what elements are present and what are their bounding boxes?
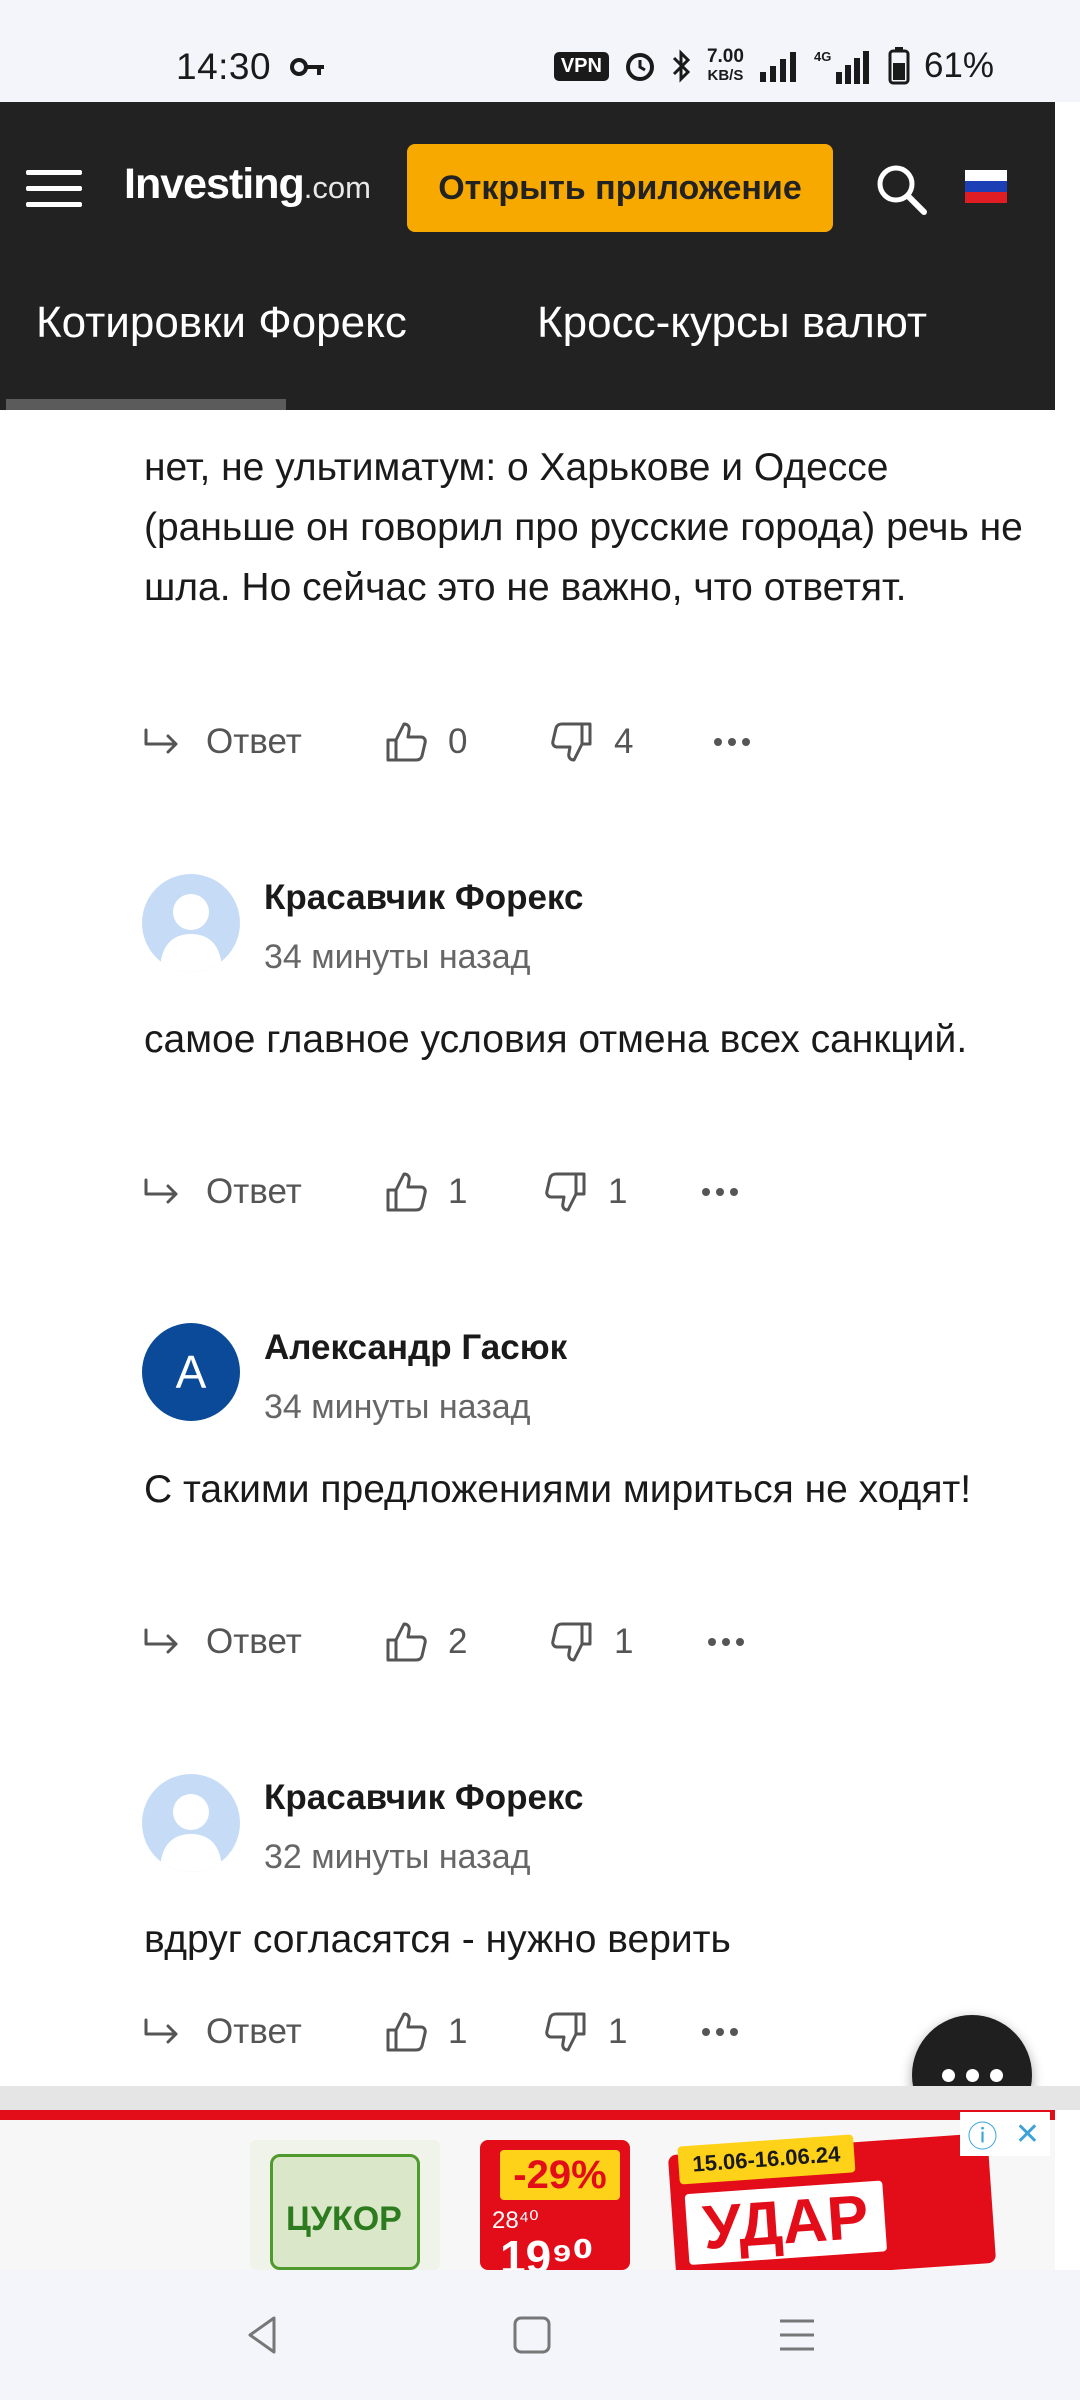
battery-icon (888, 47, 910, 85)
comment-text: самое главное условия отмена всех санкци… (144, 1018, 968, 1061)
investing-logo[interactable]: Investing.com (124, 160, 371, 209)
comment-text: нет, не ультиматум: о Харькове и Одессе … (144, 446, 1023, 609)
svg-text:4G: 4G (814, 49, 831, 64)
comment-author[interactable]: Красавчик Форекс (264, 1778, 583, 1818)
ad-close-icon[interactable]: ✕ (1005, 2112, 1050, 2156)
dislike-button[interactable]: 1 (544, 2002, 627, 2062)
tab-cross-rates[interactable]: Кросс-курсы валют (537, 298, 927, 348)
ad-promo-word: УДАР (684, 2180, 887, 2266)
thumbs-down-icon (545, 2012, 586, 2052)
reply-button[interactable]: Ответ (140, 1612, 302, 1672)
network-speed: 7.00 KB/S (706, 46, 744, 84)
vpn-badge: VPN (553, 51, 609, 81)
reply-button[interactable]: Ответ (140, 2002, 302, 2062)
site-header: Investing.com Открыть приложение Котиров… (0, 102, 1055, 410)
open-app-button[interactable]: Открыть приложение (407, 144, 833, 232)
avatar[interactable] (142, 1774, 240, 1872)
reply-icon (144, 2018, 178, 2044)
ad-controls: ⓘ ✕ (960, 2112, 1050, 2156)
dislike-button[interactable]: 1 (544, 1162, 627, 1222)
like-button[interactable]: 1 (384, 1162, 467, 1222)
signal-4g-icon: 4G (814, 49, 869, 84)
fab-dot (989, 2068, 1003, 2082)
status-time: 14:30 (176, 46, 272, 87)
thumbs-up-icon (386, 1172, 427, 1212)
thumbs-up-icon (386, 1622, 427, 1662)
comment-text: С такими предложениями мириться не ходят… (144, 1468, 972, 1511)
more-dots-icon (702, 1188, 738, 1196)
more-options-button[interactable] (698, 1162, 742, 1222)
alarm-icon (625, 53, 654, 81)
fab-dot (941, 2068, 955, 2082)
reply-button[interactable]: Ответ (140, 712, 302, 772)
back-icon[interactable] (238, 2310, 288, 2360)
more-dots-icon (714, 738, 750, 746)
ad-discount: -29% (500, 2150, 620, 2200)
thumbs-up-icon (386, 2012, 427, 2052)
reply-icon (144, 1628, 178, 1654)
system-nav-bar (0, 2270, 1080, 2400)
more-options-button[interactable] (698, 2002, 742, 2062)
thumbs-down-icon (545, 1172, 586, 1212)
russia-flag-icon[interactable] (965, 170, 1007, 203)
advertisement-banner[interactable]: ЦУКОР -29% 28⁴⁰ 19⁹⁰ 15.06-16.06.24 УДАР (0, 2110, 1055, 2270)
more-options-button[interactable] (704, 1612, 748, 1672)
ad-new-price: 19⁹⁰ (500, 2231, 594, 2270)
battery-percent: 61% (923, 46, 994, 85)
like-button[interactable]: 0 (384, 712, 467, 772)
comment-author[interactable]: Красавчик Форекс (264, 878, 583, 918)
comment-author[interactable]: Александр Гасюк (264, 1328, 567, 1368)
active-tab-indicator (6, 399, 286, 410)
reply-button[interactable]: Ответ (140, 1162, 302, 1222)
default-avatar-icon (160, 894, 222, 972)
like-button[interactable]: 2 (384, 1612, 467, 1672)
signal-icon (759, 52, 796, 82)
vpn-key-icon (290, 58, 324, 76)
comment-time: 34 минуты назад (264, 938, 531, 976)
default-avatar-icon (160, 1794, 222, 1872)
dislike-button[interactable]: 1 (550, 1612, 633, 1672)
like-button[interactable]: 1 (384, 2002, 467, 2062)
more-options-button[interactable] (710, 712, 754, 772)
reply-icon (144, 728, 178, 754)
home-icon[interactable] (507, 2310, 557, 2360)
ad-product-label: ЦУКОР (286, 2200, 402, 2238)
thumbs-down-icon (551, 1622, 592, 1662)
bluetooth-icon (672, 49, 691, 83)
comment-time: 34 минуты назад (264, 1388, 531, 1426)
thumbs-down-icon (551, 722, 592, 762)
ad-price-tag: -29% 28⁴⁰ 19⁹⁰ (480, 2140, 630, 2270)
category-tabs: Котировки Форекс Кросс-курсы валют (0, 292, 1055, 410)
more-dots-icon (702, 2028, 738, 2036)
avatar[interactable] (142, 874, 240, 972)
recent-apps-icon[interactable] (772, 2310, 822, 2360)
status-bar: 14:30 VPN 7.00 KB/S 4G 61% (0, 0, 1080, 102)
thumbs-up-icon (386, 722, 427, 762)
ad-separator (0, 2086, 1080, 2110)
more-dots-icon (708, 1638, 744, 1646)
ad-product-image: ЦУКОР (250, 2140, 440, 2270)
avatar[interactable]: А (142, 1323, 240, 1421)
reply-icon (144, 1178, 178, 1204)
comment-time: 32 минуты назад (264, 1838, 531, 1876)
ad-dates: 15.06-16.06.24 (677, 2134, 856, 2185)
ad-info-icon[interactable]: ⓘ (960, 2112, 1005, 2156)
fab-dot (965, 2068, 979, 2082)
ad-promo-block: 15.06-16.06.24 УДАР (667, 2132, 997, 2270)
ad-content: ЦУКОР -29% 28⁴⁰ 19⁹⁰ 15.06-16.06.24 УДАР (0, 2120, 1055, 2270)
tab-forex-quotes[interactable]: Котировки Форекс (36, 298, 407, 348)
comment-text: вдруг согласятся - нужно верить (144, 1918, 731, 1961)
dislike-button[interactable]: 4 (550, 712, 633, 772)
search-icon[interactable] (872, 160, 932, 220)
menu-icon[interactable] (26, 170, 82, 208)
